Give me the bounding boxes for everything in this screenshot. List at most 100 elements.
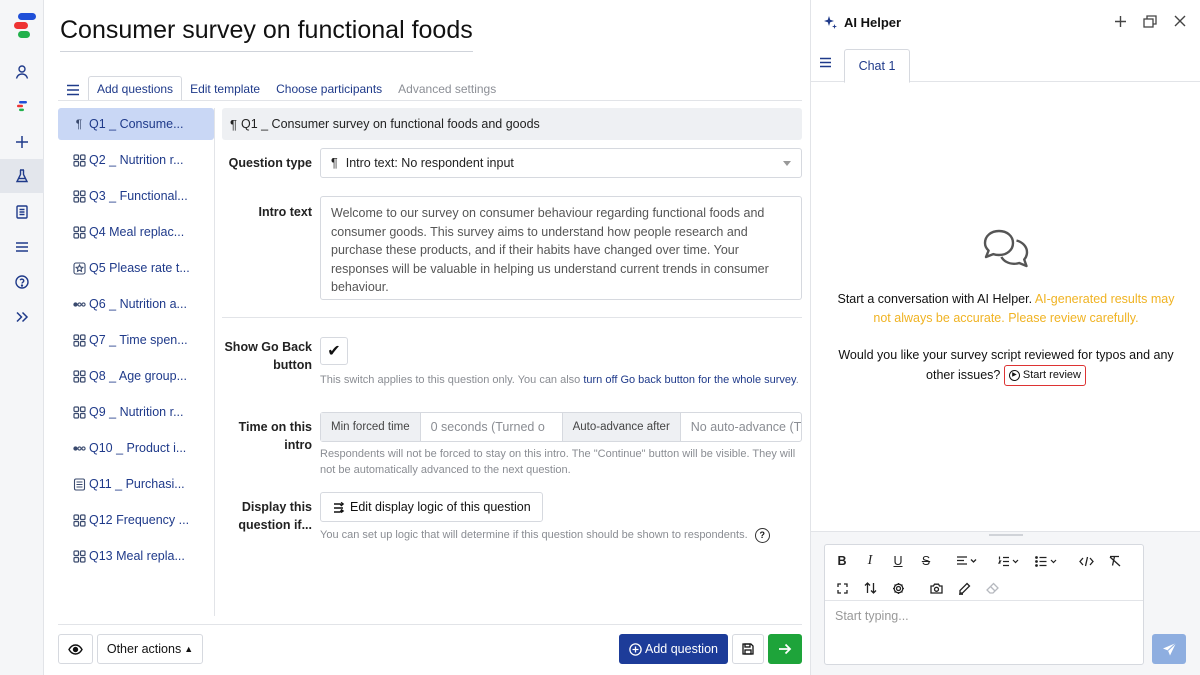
ordered-list-icon[interactable] xyxy=(995,551,1023,571)
tab-choose-participants[interactable]: Choose participants xyxy=(268,76,390,101)
auto-advance-input[interactable]: No auto-advance (T xyxy=(681,413,801,441)
tab-edit-template[interactable]: Edit template xyxy=(182,76,268,101)
clear-formatting-icon[interactable] xyxy=(1107,551,1123,571)
question-item-q1[interactable]: ¶ Q1 _ Consume... xyxy=(58,108,214,140)
intro-text-label: Intro text xyxy=(258,205,312,219)
star-icon xyxy=(72,261,86,275)
other-actions-button[interactable]: Other actions ▲ xyxy=(97,634,203,664)
formatting-toolbar: B I U S xyxy=(825,545,1143,601)
left-rail xyxy=(0,0,44,675)
flask-icon[interactable] xyxy=(0,159,44,193)
pilcrow-icon: ¶ xyxy=(75,117,83,131)
arrow-right-icon xyxy=(779,643,792,655)
time-on-intro-label: Time on this intro xyxy=(238,420,312,452)
intro-text-area[interactable]: Welcome to our survey on consumer behavi… xyxy=(320,196,802,300)
turn-off-go-back-link[interactable]: turn off Go back button for the whole su… xyxy=(583,374,795,386)
chat-intro-text: Start a conversation with AI Helper. AI-… xyxy=(837,292,1175,325)
camera-icon[interactable] xyxy=(929,578,943,598)
brand-mini-icon[interactable] xyxy=(0,89,44,123)
chevron-down-icon xyxy=(783,161,791,166)
settings-gear-icon[interactable] xyxy=(891,578,905,598)
question-item-q6[interactable]: Q6 _ Nutrition a... xyxy=(58,288,214,320)
review-prompt: Would you like your survey script review… xyxy=(811,346,1200,386)
close-icon[interactable] xyxy=(1172,12,1188,30)
question-item-q12[interactable]: Q12 Frequency ... xyxy=(58,504,214,536)
new-chat-plus-icon[interactable] xyxy=(1112,12,1128,30)
pilcrow-icon: ¶ xyxy=(230,116,237,132)
question-item-q5[interactable]: Q5 Please rate t... xyxy=(58,252,214,284)
sort-icon[interactable] xyxy=(863,578,877,598)
chat-tabs: Chat 1 xyxy=(811,48,1200,83)
page-title[interactable]: Consumer survey on functional foods xyxy=(60,16,473,52)
question-item-q3[interactable]: Q3 _ Functional... xyxy=(58,180,214,212)
check-icon: ✔ xyxy=(327,343,341,360)
italic-icon[interactable]: I xyxy=(863,551,877,571)
question-item-q9[interactable]: Q9 _ Nutrition r... xyxy=(58,396,214,428)
send-button[interactable] xyxy=(1152,634,1186,664)
grid-icon xyxy=(72,153,86,167)
dots-icon xyxy=(72,441,86,455)
go-back-help: This switch applies to this question onl… xyxy=(320,374,799,386)
list-icon[interactable] xyxy=(0,230,44,264)
app-logo[interactable] xyxy=(14,13,36,39)
document-icon[interactable] xyxy=(0,195,44,229)
window-restore-icon[interactable] xyxy=(1142,12,1158,30)
ai-helper-panel: AI Helper Chat 1 Start a conversation wi… xyxy=(810,0,1200,675)
question-item-q2[interactable]: Q2 _ Nutrition r... xyxy=(58,144,214,176)
next-button[interactable] xyxy=(768,634,802,664)
hamburger-menu-icon[interactable] xyxy=(819,56,832,71)
strikethrough-icon[interactable]: S xyxy=(919,551,933,571)
time-help: Respondents will not be forced to stay o… xyxy=(320,448,796,476)
question-header: ¶ Q1 _ Consumer survey on functional foo… xyxy=(222,108,802,140)
bullet-list-icon[interactable] xyxy=(1032,551,1062,571)
chat-empty-state: Start a conversation with AI Helper. AI-… xyxy=(811,225,1200,386)
grid-icon xyxy=(72,333,86,347)
display-condition-label: Display this question if... xyxy=(238,500,312,532)
question-item-q13[interactable]: Q13 Meal repla... xyxy=(58,540,214,572)
logic-help: You can set up logic that will determine… xyxy=(320,527,802,543)
eye-icon xyxy=(68,643,83,655)
editor-tabs: Add questions Edit template Choose parti… xyxy=(58,76,504,101)
hamburger-menu-icon[interactable] xyxy=(58,79,88,101)
tab-advanced-settings: Advanced settings xyxy=(398,81,497,96)
preview-button[interactable] xyxy=(58,634,93,664)
grid-icon xyxy=(72,225,86,239)
question-item-q10[interactable]: Q10 _ Product i... xyxy=(58,432,214,464)
tab-add-questions[interactable]: Add questions xyxy=(88,76,183,101)
save-button[interactable] xyxy=(732,634,764,664)
plus-circle-icon xyxy=(629,642,642,656)
list-divider xyxy=(214,108,215,616)
align-icon[interactable] xyxy=(953,551,981,571)
panel-title: AI Helper xyxy=(823,15,901,30)
tab-chat-1[interactable]: Chat 1 xyxy=(844,49,910,83)
question-list: ¶ Q1 _ Consume... Q2 _ Nutrition r... Q3 … xyxy=(58,108,214,576)
question-editor: ¶ Q1 _ Consumer survey on functional foo… xyxy=(222,108,802,543)
bold-icon[interactable]: B xyxy=(835,551,849,571)
pen-icon[interactable] xyxy=(957,578,971,598)
help-icon[interactable] xyxy=(0,265,44,299)
add-question-button[interactable]: Add question xyxy=(619,634,728,664)
go-back-checkbox[interactable]: ✔ xyxy=(320,337,348,365)
min-forced-time-input[interactable]: 0 seconds (Turned o xyxy=(421,413,563,441)
caret-up-icon: ▲ xyxy=(184,644,194,654)
plus-icon[interactable] xyxy=(0,125,44,159)
edit-display-logic-button[interactable]: Edit display logic of this question xyxy=(320,492,543,522)
question-item-q4[interactable]: Q4 Meal replac... xyxy=(58,216,214,248)
underline-icon[interactable]: U xyxy=(891,551,905,571)
message-input[interactable]: Start typing... xyxy=(835,609,909,623)
question-item-q7[interactable]: Q7 _ Time spen... xyxy=(58,324,214,356)
question-mark-icon[interactable]: ? xyxy=(754,527,770,543)
fullscreen-icon[interactable] xyxy=(835,578,849,598)
start-review-button[interactable]: ▶ Start review xyxy=(1003,364,1086,386)
resize-handle[interactable] xyxy=(989,534,1023,536)
grid-icon xyxy=(72,369,86,383)
bottom-divider xyxy=(58,624,802,625)
dots-icon xyxy=(72,297,86,311)
expand-icon[interactable] xyxy=(0,300,44,334)
question-item-q8[interactable]: Q8 _ Age group... xyxy=(58,360,214,392)
code-icon[interactable] xyxy=(1078,551,1094,571)
question-item-q11[interactable]: Q11 _ Purchasi... xyxy=(58,468,214,500)
question-type-label: Question type xyxy=(228,156,312,170)
question-type-select[interactable]: ¶ Intro text: No respondent input xyxy=(320,148,802,178)
user-icon[interactable] xyxy=(0,55,44,89)
